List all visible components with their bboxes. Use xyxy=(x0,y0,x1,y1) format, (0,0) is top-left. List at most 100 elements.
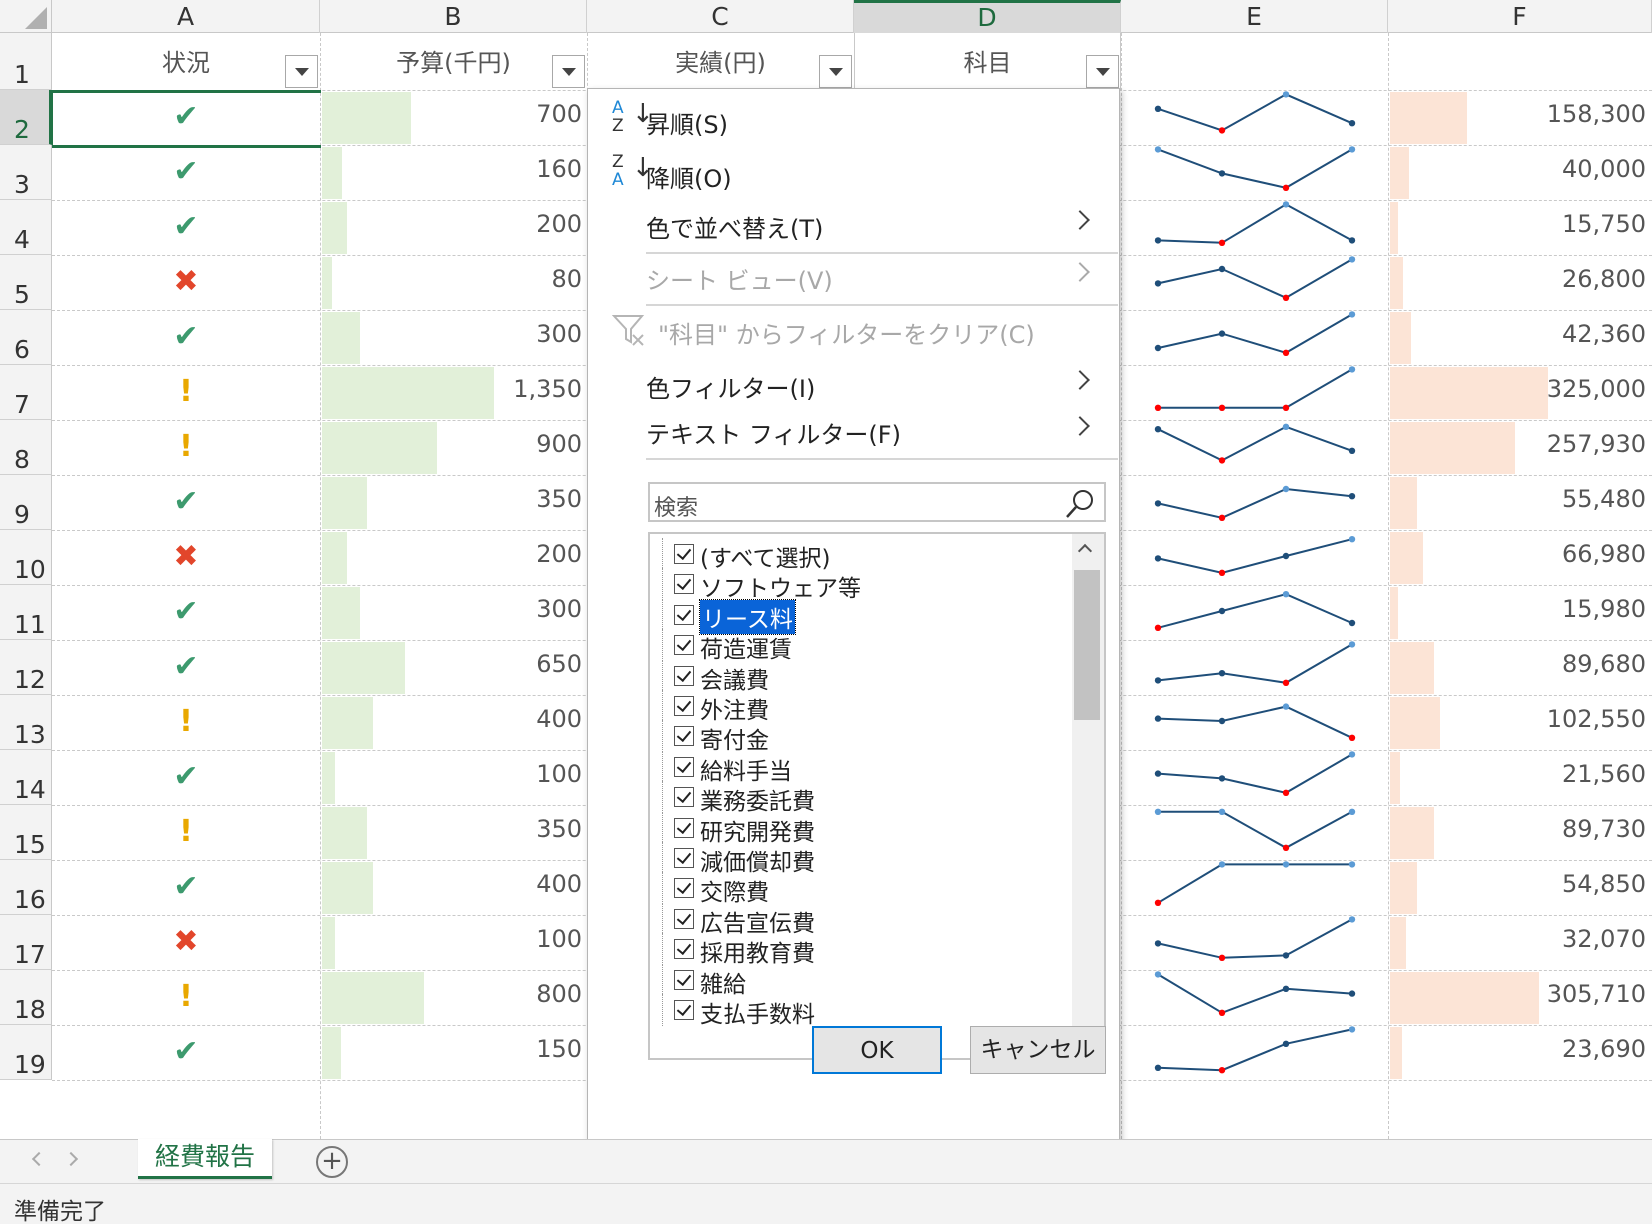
checkbox-checked-icon[interactable] xyxy=(674,635,694,656)
sparkline-marker xyxy=(1218,808,1226,815)
budget-value: 1,350 xyxy=(513,375,582,403)
sparkline-marker xyxy=(1348,861,1356,868)
checkbox-checked-icon[interactable] xyxy=(674,574,694,595)
sparkline-marker xyxy=(1348,990,1356,997)
scroll-thumb[interactable] xyxy=(1074,570,1100,720)
checkbox-checked-icon[interactable] xyxy=(674,604,694,625)
row-header[interactable]: 11 xyxy=(0,585,52,640)
color-filter[interactable]: 色フィルター(I) xyxy=(588,359,1119,409)
row-header[interactable]: 5 xyxy=(0,255,52,310)
filter-dropdown-a[interactable] xyxy=(285,55,318,88)
sparkline-marker xyxy=(1154,280,1162,287)
prev-sheet-arrow[interactable] xyxy=(31,1151,47,1167)
checkbox-checked-icon[interactable] xyxy=(674,908,694,929)
sparkline-marker xyxy=(1282,679,1290,686)
row-header[interactable]: 1 xyxy=(0,33,52,90)
actual-value: 40,000 xyxy=(1562,155,1646,183)
clear-filter: "科目" からフィルターをクリア(C) xyxy=(588,305,1119,355)
checkbox-checked-icon[interactable] xyxy=(674,726,694,747)
sparkline xyxy=(1157,487,1353,519)
row-header[interactable]: 18 xyxy=(0,970,52,1025)
sparkline-marker xyxy=(1154,715,1162,722)
sparkline-marker xyxy=(1218,1009,1226,1016)
filter-value-list[interactable]: (すべて選択) ソフトウェア等 リース料 荷造運賃 会議費 外注費 寄付金 給料手当 業務委託費… xyxy=(648,532,1106,1060)
row-header[interactable]: 19 xyxy=(0,1025,52,1080)
checkbox-checked-icon[interactable] xyxy=(674,817,694,838)
budget-value: 350 xyxy=(536,815,582,843)
row-header[interactable]: 12 xyxy=(0,640,52,695)
budget-value: 350 xyxy=(536,485,582,513)
row-header[interactable]: 8 xyxy=(0,420,52,475)
filter-search-box[interactable]: 検索 xyxy=(648,482,1106,522)
checkbox-checked-icon[interactable] xyxy=(674,756,694,777)
filter-dropdown-c[interactable] xyxy=(819,55,852,88)
checkbox-checked-icon[interactable] xyxy=(674,969,694,990)
menu-separator xyxy=(646,458,1118,460)
row-header[interactable]: 7 xyxy=(0,365,52,420)
actual-value: 15,980 xyxy=(1562,595,1646,623)
sparkline-marker xyxy=(1282,485,1290,493)
checkbox-checked-icon[interactable] xyxy=(674,939,694,960)
add-sheet-icon[interactable]: + xyxy=(316,1146,348,1178)
sparkline-marker xyxy=(1218,1067,1226,1074)
search-icon xyxy=(1066,490,1093,518)
checkbox-checked-icon[interactable] xyxy=(674,848,694,868)
row-header[interactable]: 4 xyxy=(0,200,52,255)
budget-value: 150 xyxy=(536,1035,582,1063)
budget-data-bar xyxy=(322,147,342,199)
sparkline-marker xyxy=(1218,127,1226,134)
column-header-e[interactable]: E xyxy=(1121,0,1388,33)
sparkline-marker xyxy=(1154,940,1162,947)
sparkline xyxy=(1157,918,1353,959)
row-header[interactable]: 17 xyxy=(0,915,52,970)
row-header[interactable]: 9 xyxy=(0,475,52,530)
next-sheet-arrow[interactable] xyxy=(63,1151,79,1167)
budget-value: 300 xyxy=(536,595,582,623)
sparkline-marker xyxy=(1348,619,1356,627)
row-header[interactable]: 16 xyxy=(0,860,52,915)
actual-value: 54,850 xyxy=(1562,870,1646,898)
sparkline-marker xyxy=(1218,954,1226,961)
row-header[interactable]: 6 xyxy=(0,310,52,365)
sparkline-marker xyxy=(1282,294,1290,301)
scroll-up-arrow[interactable] xyxy=(1077,543,1093,559)
checkbox-checked-icon[interactable] xyxy=(674,544,694,564)
sheet-tab-active[interactable]: 経費報告 xyxy=(138,1139,272,1179)
sort-descending[interactable]: Z A ↓ 降順(O) xyxy=(588,149,1119,199)
filter-dropdown-d[interactable] xyxy=(1086,55,1119,88)
actual-value: 89,680 xyxy=(1562,650,1646,678)
text-filter[interactable]: テキスト フィルター(F) xyxy=(588,405,1119,455)
row-header[interactable]: 13 xyxy=(0,695,52,750)
chevron-right-icon xyxy=(1070,210,1090,230)
sparkline-marker xyxy=(1154,105,1162,112)
row-header[interactable]: 14 xyxy=(0,750,52,805)
cancel-button[interactable]: キャンセル xyxy=(970,1026,1106,1074)
sparkline xyxy=(1157,538,1353,574)
sparkline xyxy=(1157,863,1352,904)
row-header[interactable]: 15 xyxy=(0,805,52,860)
row-header[interactable]: 10 xyxy=(0,530,52,585)
list-scrollbar[interactable] xyxy=(1072,534,1104,1058)
column-header-b[interactable]: B xyxy=(320,0,587,33)
sparkline xyxy=(1157,593,1353,629)
sort-ascending[interactable]: A Z ↓ 昇順(S) xyxy=(588,95,1119,145)
sparkline-marker xyxy=(1348,256,1356,263)
sort-by-color[interactable]: 色で並べ替え(T) xyxy=(588,199,1119,249)
filter-dropdown-b[interactable] xyxy=(552,55,585,88)
checkbox-checked-icon[interactable] xyxy=(674,665,694,686)
column-header-d[interactable]: D xyxy=(854,0,1121,33)
sparkline-marker xyxy=(1218,670,1226,677)
column-header-f[interactable]: F xyxy=(1388,0,1652,33)
row-header[interactable]: 2 xyxy=(0,90,52,145)
checkbox-checked-icon[interactable] xyxy=(674,1000,694,1020)
checkbox-checked-icon[interactable] xyxy=(674,878,694,899)
checkbox-checked-icon[interactable] xyxy=(674,787,694,808)
row-header[interactable]: 3 xyxy=(0,145,52,200)
sparkline-marker xyxy=(1282,91,1290,98)
column-header-c[interactable]: C xyxy=(587,0,854,33)
budget-data-bar xyxy=(322,257,332,309)
ok-button[interactable]: OK xyxy=(812,1026,942,1074)
checkbox-checked-icon[interactable] xyxy=(674,696,694,716)
select-all-corner[interactable] xyxy=(0,0,52,33)
column-header-a[interactable]: A xyxy=(52,0,320,33)
